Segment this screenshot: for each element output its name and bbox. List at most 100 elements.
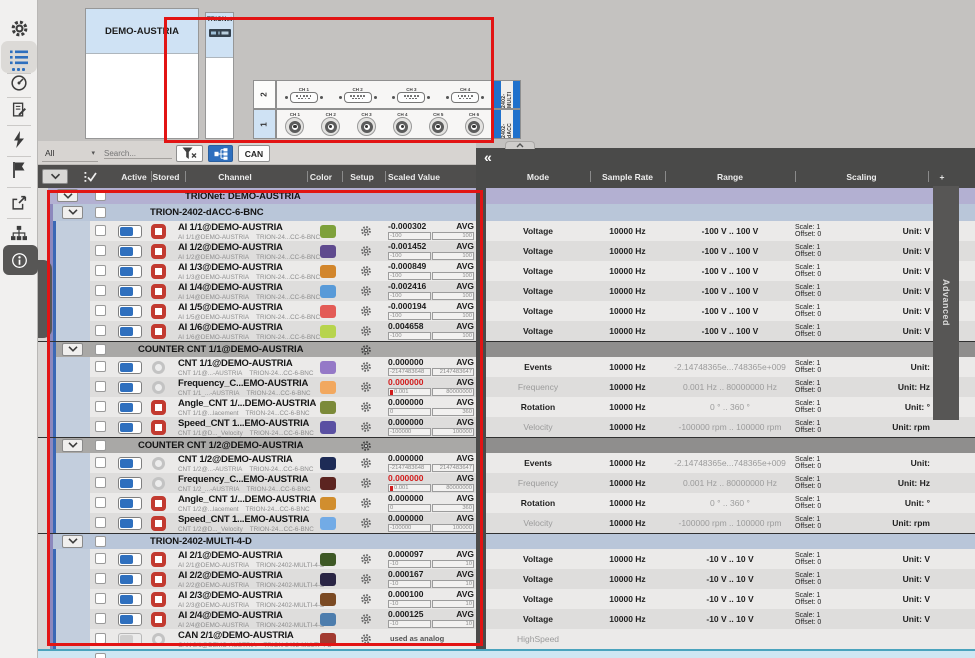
range-cell[interactable]: -10 V .. 10 V — [665, 609, 795, 629]
active-toggle[interactable] — [118, 225, 142, 238]
clear-filter-button[interactable] — [176, 145, 203, 162]
channel-row[interactable]: AI 1/5@DEMO-AUSTRIAAI 1/5@DEMO-AUSTRIATR… — [38, 301, 975, 321]
row-checkbox[interactable] — [95, 553, 106, 564]
mode-cell[interactable]: Voltage — [486, 569, 590, 589]
group-setup-gear-icon[interactable] — [360, 440, 372, 452]
sample-rate-cell[interactable]: 10000 Hz — [590, 549, 665, 569]
active-toggle[interactable] — [118, 477, 142, 490]
setup-gear-icon[interactable] — [360, 361, 372, 373]
connector-ch3[interactable]: CH 3 — [392, 87, 430, 103]
row-checkbox[interactable] — [95, 361, 106, 372]
row-checkbox[interactable] — [95, 245, 106, 256]
channel-row[interactable]: AI 2/4@DEMO-AUSTRIAAI 2/4@DEMO-AUSTRIATR… — [38, 609, 975, 629]
active-toggle[interactable] — [118, 285, 142, 298]
row-checkbox[interactable] — [95, 225, 106, 236]
setup-gear-icon[interactable] — [360, 593, 372, 605]
channel-row[interactable]: Speed_CNT 1...EMO-AUSTRIACNT 1/1@D..._Ve… — [38, 417, 975, 437]
setup-gear-icon[interactable] — [360, 285, 372, 297]
active-toggle[interactable] — [118, 573, 142, 586]
range-cell[interactable]: -100 V .. 100 V — [665, 321, 795, 341]
stored-indicator[interactable] — [152, 457, 165, 470]
range-cell[interactable]: -10 V .. 10 V — [665, 549, 795, 569]
stored-indicator[interactable] — [151, 572, 166, 587]
color-swatch[interactable] — [320, 265, 336, 278]
channel-row[interactable]: AI 1/2@DEMO-AUSTRIAAI 1/2@DEMO-AUSTRIATR… — [38, 241, 975, 261]
active-toggle[interactable] — [118, 305, 142, 318]
active-toggle[interactable] — [118, 457, 142, 470]
active-toggle[interactable] — [118, 245, 142, 258]
active-toggle[interactable] — [118, 421, 142, 434]
range-cell[interactable]: -100 V .. 100 V — [665, 221, 795, 241]
row-checkbox[interactable] — [95, 593, 106, 604]
connector-ch4[interactable]: CH 4 — [393, 112, 412, 136]
active-toggle[interactable] — [118, 401, 142, 414]
range-cell[interactable]: -100 V .. 100 V — [665, 281, 795, 301]
channel-row[interactable]: Angle_CNT 1/...DEMO-AUSTRIACNT 1/1@...la… — [38, 397, 975, 417]
channel-row[interactable]: AI 2/1@DEMO-AUSTRIAAI 2/1@DEMO-AUSTRIATR… — [38, 549, 975, 569]
group-collapse-button[interactable] — [62, 343, 83, 356]
can-button[interactable]: CAN — [238, 145, 270, 162]
mode-cell[interactable]: Voltage — [486, 609, 590, 629]
group-collapse-button[interactable] — [57, 189, 78, 202]
mode-cell[interactable]: Voltage — [486, 589, 590, 609]
stored-indicator[interactable] — [151, 420, 166, 435]
sample-rate-cell[interactable]: 10000 Hz — [590, 417, 665, 437]
slot-tab-2[interactable]: 2 — [253, 80, 276, 109]
sidebar-item-measure[interactable] — [3, 68, 35, 98]
row-checkbox[interactable] — [95, 613, 106, 624]
mode-cell[interactable]: Frequency — [486, 377, 590, 397]
stored-indicator[interactable] — [151, 324, 166, 339]
range-cell[interactable]: -2.14748365e...748365e+009 — [665, 453, 795, 473]
setup-gear-icon[interactable] — [360, 573, 372, 585]
mode-cell[interactable]: HighSpeed — [486, 629, 590, 649]
channel-row[interactable]: Frequency_C...EMO-AUSTRIACNT 1/2_...-AUS… — [38, 473, 975, 493]
setup-gear-icon[interactable] — [360, 457, 372, 469]
search-input[interactable] — [104, 149, 172, 159]
scaling-cell[interactable]: Scale: 1Offset: 0 — [795, 453, 845, 473]
sample-rate-cell[interactable]: 10000 Hz — [590, 453, 665, 473]
stored-indicator[interactable] — [151, 400, 166, 415]
panel-collapse-handle[interactable] — [36, 260, 52, 338]
collapse-columns-button[interactable]: « — [484, 149, 492, 165]
channel-row[interactable]: CNT 1/2@DEMO-AUSTRIACNT 1/2@...-AUSTRIAT… — [38, 453, 975, 473]
scaling-cell[interactable]: Scale: 1Offset: 0 — [795, 261, 845, 281]
channel-row[interactable]: Speed_CNT 1...EMO-AUSTRIACNT 1/2@D..._Ve… — [38, 513, 975, 533]
sample-rate-cell[interactable]: 10000 Hz — [590, 473, 665, 493]
row-checkbox[interactable] — [95, 633, 106, 644]
sample-rate-cell[interactable]: 10000 Hz — [590, 241, 665, 261]
scaling-cell[interactable]: Scale: 1Offset: 0 — [795, 589, 845, 609]
range-cell[interactable]: 0.001 Hz .. 80000000 Hz — [665, 473, 795, 493]
stored-indicator[interactable] — [152, 633, 165, 646]
setup-gear-icon[interactable] — [360, 517, 372, 529]
color-swatch[interactable] — [320, 361, 336, 374]
setup-gear-icon[interactable] — [360, 421, 372, 433]
stored-indicator[interactable] — [151, 264, 166, 279]
mode-cell[interactable]: Voltage — [486, 301, 590, 321]
group-row[interactable]: COUNTER CNT 1/1@DEMO-AUSTRIA — [38, 341, 975, 357]
row-checkbox[interactable] — [95, 325, 106, 336]
row-checkbox[interactable] — [95, 497, 106, 508]
range-cell[interactable]: 0.001 Hz .. 80000000 Hz — [665, 377, 795, 397]
sidebar-item-trigger[interactable] — [3, 125, 35, 155]
group-row[interactable]: TRION-2402-MULTI-4-D — [38, 533, 975, 549]
scaling-cell[interactable]: Scale: 1Offset: 0 — [795, 417, 845, 437]
scaling-cell[interactable]: Scale: 1Offset: 0 — [795, 549, 845, 569]
row-checkbox[interactable] — [95, 401, 106, 412]
sample-rate-cell[interactable]: 10000 Hz — [590, 609, 665, 629]
connector-ch3[interactable]: CH 3 — [357, 112, 376, 136]
group-checkbox[interactable] — [95, 344, 106, 355]
collapse-all-button[interactable] — [42, 169, 68, 184]
row-checkbox[interactable] — [95, 381, 106, 392]
row-checkbox[interactable] — [95, 653, 106, 658]
connector-ch1[interactable]: CH 1 — [285, 87, 323, 103]
sample-rate-cell[interactable] — [590, 629, 665, 649]
sample-rate-cell[interactable]: 10000 Hz — [590, 493, 665, 513]
color-swatch[interactable] — [320, 245, 336, 258]
mode-cell[interactable]: Events — [486, 357, 590, 377]
channel-row[interactable]: AI 2/3@DEMO-AUSTRIAAI 2/3@DEMO-AUSTRIATR… — [38, 589, 975, 609]
mode-cell[interactable]: Velocity — [486, 513, 590, 533]
stored-indicator[interactable] — [152, 361, 165, 374]
active-toggle[interactable] — [118, 553, 142, 566]
channel-row[interactable]: Angle_CNT 1/...DEMO-AUSTRIACNT 1/2@...la… — [38, 493, 975, 513]
scaling-cell[interactable]: Scale: 1Offset: 0 — [795, 241, 845, 261]
